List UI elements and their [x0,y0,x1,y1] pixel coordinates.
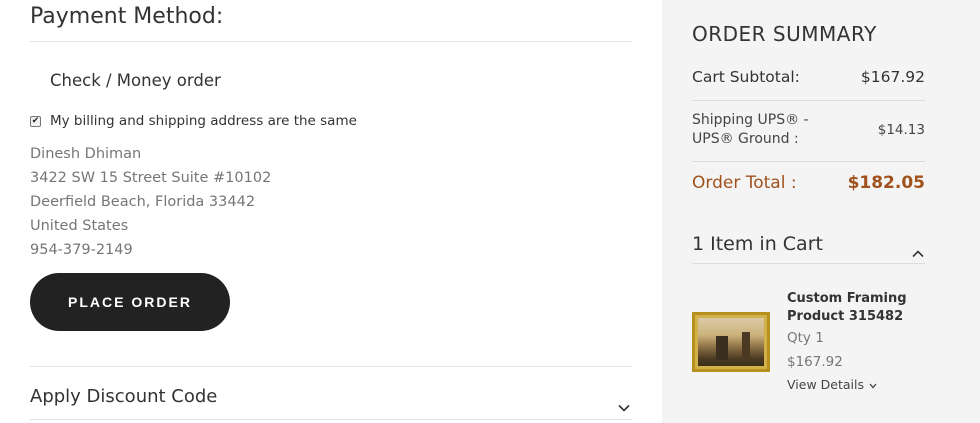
apply-discount-toggle[interactable]: Apply Discount Code [30,386,217,407]
order-summary-panel: ORDER SUMMARY Cart Subtotal: $167.92 Shi… [662,0,980,423]
view-details-label[interactable]: View Details [787,377,864,392]
view-details-link[interactable]: View Details [787,377,877,392]
same-address-label[interactable]: My billing and shipping address are the … [50,113,357,129]
address-phone: 954-379-2149 [30,242,133,258]
divider [30,366,632,367]
same-address-row[interactable]: ✔ My billing and shipping address are th… [30,113,357,129]
order-total-row: Order Total : $182.05 [692,173,925,193]
product-name: Custom Framing Product 315482 [787,291,907,324]
subtotal-row: Cart Subtotal: $167.92 [692,68,925,86]
divider [30,41,632,42]
address-street: 3422 SW 15 Street Suite #10102 [30,170,272,186]
product-image [698,318,764,366]
address-city: Deerfield Beach, Florida 33442 [30,194,256,210]
chevron-down-icon[interactable] [869,377,877,392]
payment-method-title: Payment Method: [30,4,224,29]
subtotal-label: Cart Subtotal: [692,68,800,86]
payment-section: Payment Method: Check / Money order ✔ My… [30,0,632,423]
order-summary-title: ORDER SUMMARY [692,22,877,46]
product-qty: Qty 1 [787,330,824,346]
address-name: Dinesh Dhiman [30,146,142,162]
place-order-button[interactable]: PLACE ORDER [30,273,230,331]
payment-method-option[interactable]: Check / Money order [50,71,221,90]
shipping-label: Shipping UPS® - UPS® Ground : [692,111,832,149]
divider [692,161,925,162]
subtotal-value: $167.92 [860,68,925,86]
image-detail [716,336,728,360]
order-total-label: Order Total : [692,173,797,193]
address-country: United States [30,218,129,234]
billing-address: Dinesh Dhiman 3422 SW 15 Street Suite #1… [30,144,271,264]
shipping-label-line1: Shipping UPS® - [692,112,809,128]
product-thumbnail [692,312,770,372]
order-total-value: $182.05 [847,173,925,193]
divider [30,419,632,420]
chevron-up-icon[interactable] [912,243,924,262]
cart-items-toggle[interactable]: 1 Item in Cart [692,233,823,255]
shipping-value: $14.13 [877,122,925,138]
same-address-checkbox[interactable]: ✔ [30,115,41,127]
image-detail [742,332,750,360]
chevron-down-icon[interactable] [618,397,630,416]
divider [692,100,925,101]
divider [692,263,925,264]
shipping-label-line2: UPS® Ground : [692,131,799,147]
product-price: $167.92 [787,354,843,370]
